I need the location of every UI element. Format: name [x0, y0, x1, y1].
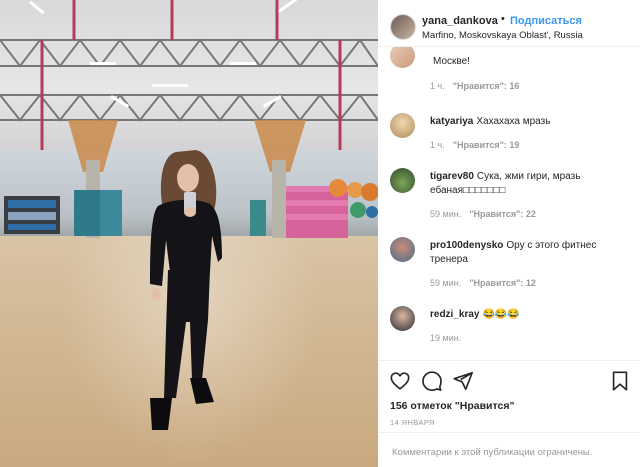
comments-list[interactable]: Москве! 1 ч. "Нравится": 16 katyariya Хаха… — [378, 47, 640, 360]
post-photo[interactable] — [0, 0, 378, 467]
comment-time[interactable]: 59 мин. — [430, 278, 461, 288]
gym-scene — [0, 0, 378, 430]
ceiling-truss — [0, 38, 378, 122]
comment-meta: 1 ч. "Нравится": 19 — [430, 140, 519, 150]
comment-time[interactable]: 19 мин. — [430, 333, 461, 343]
post-header: yana_dankova • Подписаться Marfino, Mosk… — [378, 0, 640, 47]
person-figure — [150, 150, 222, 430]
comment-footer: Комментарии к этой публикации ограничены… — [378, 432, 640, 467]
author-username[interactable]: yana_dankova — [422, 15, 498, 27]
comment-text: pro100denysko Ору с этого фитнес тренера — [430, 239, 630, 267]
comment-meta: 19 мин. — [430, 333, 469, 343]
commenter-avatar[interactable] — [390, 306, 415, 331]
comment-time[interactable]: 1 ч. — [430, 140, 445, 150]
bookmark-icon[interactable] — [609, 370, 631, 392]
column — [272, 160, 286, 238]
comment-username[interactable]: katyariya — [430, 116, 473, 127]
share-icon[interactable] — [452, 370, 474, 392]
follow-button[interactable]: Подписаться — [510, 15, 582, 27]
comment-like-count[interactable]: "Нравится": 22 — [469, 209, 536, 219]
comment-body: 😂😂😂 — [482, 309, 520, 320]
comments-disabled-notice: Комментарии к этой публикации ограничены… — [392, 447, 593, 458]
post-location[interactable]: Marfino, Moskovskaya Oblast', Russia — [422, 30, 583, 41]
comment-time[interactable]: 59 мин. — [430, 209, 461, 219]
author-avatar[interactable] — [390, 14, 416, 40]
comment-username[interactable]: redzi_kray — [430, 309, 479, 320]
comment-icon[interactable] — [421, 370, 443, 392]
post-date[interactable]: 14 ЯНВАРЯ — [390, 418, 435, 427]
comment-text: redzi_kray 😂😂😂 — [430, 308, 630, 322]
comment-text: Москве! — [430, 55, 630, 69]
comment-like-count[interactable]: "Нравится": 16 — [453, 81, 520, 91]
comment-meta: 59 мин. "Нравится": 12 — [430, 278, 536, 288]
post-actions: 156 отметок "Нравится" 14 ЯНВАРЯ — [378, 360, 640, 432]
commenter-avatar[interactable] — [390, 168, 415, 193]
commenter-avatar[interactable] — [390, 237, 415, 262]
comment-body: Москве! — [433, 56, 470, 67]
comment-body: Хахахаха мразь — [476, 116, 551, 127]
comment-like-count[interactable]: "Нравится": 12 — [469, 278, 536, 288]
comment-time[interactable]: 1 ч. — [430, 81, 445, 91]
post-side-panel: yana_dankova • Подписаться Marfino, Mosk… — [378, 0, 640, 467]
commenter-avatar[interactable] — [390, 113, 415, 138]
comment-meta: 1 ч. "Нравится": 16 — [430, 81, 519, 91]
comment-like-count[interactable]: "Нравится": 19 — [453, 140, 520, 150]
equipment-left — [4, 190, 122, 236]
comment-text: katyariya Хахахаха мразь — [430, 115, 630, 129]
comment-username[interactable]: pro100denysko — [430, 240, 503, 251]
comment-text: tigarev80 Сука, жми гири, мразь ебаная□□□… — [430, 170, 630, 198]
heart-icon[interactable] — [389, 370, 411, 392]
likes-count[interactable]: 156 отметок "Нравится" — [390, 400, 514, 412]
equipment-right — [250, 179, 378, 238]
commenter-avatar[interactable] — [390, 47, 415, 68]
header-separator: • — [501, 13, 505, 25]
comment-meta: 59 мин. "Нравится": 22 — [430, 209, 536, 219]
comment-username[interactable]: tigarev80 — [430, 171, 474, 182]
